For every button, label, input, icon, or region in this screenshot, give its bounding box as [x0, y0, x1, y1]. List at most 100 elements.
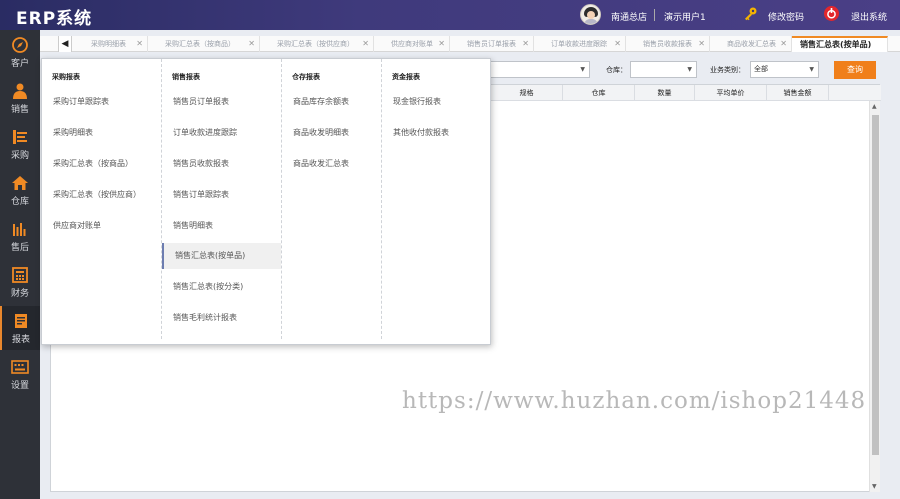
menu-item[interactable]: 销售明细表	[162, 213, 281, 239]
sidebar-item-aftersale[interactable]: 售后	[0, 214, 40, 258]
biz-type-label: 业务类别：	[710, 66, 745, 74]
menu-item[interactable]: 其他收付款报表	[382, 120, 487, 146]
tab-scroll-left-icon[interactable]: ◀	[58, 36, 72, 52]
menu-item[interactable]: 销售汇总表(按分类)	[162, 274, 281, 300]
user-avatar[interactable]	[580, 4, 601, 25]
menu-item[interactable]: 销售订单跟踪表	[162, 182, 281, 208]
tab-label: 采购汇总表（按供应商）	[277, 40, 354, 48]
tab-supplier-statement[interactable]: 供应商对账单 ✕	[374, 36, 450, 52]
menu-item[interactable]: 现金银行报表	[382, 89, 487, 115]
tab-salesperson-collection[interactable]: 销售员收款报表 ✕	[626, 36, 710, 52]
report-icon	[15, 314, 27, 328]
menu-item[interactable]: 供应商对账单	[42, 213, 161, 239]
menu-column-funds: 资金报表 现金银行报表 其他收付款报表	[382, 59, 492, 339]
tab-label: 采购汇总表（按商品）	[165, 40, 235, 48]
sidebar-item-label: 客户	[10, 59, 29, 69]
chevron-down-icon: ▼	[687, 66, 692, 73]
tab-bar: ◀ 采购明细表 ✕ 采购汇总表（按商品） ✕ 采购汇总表（按供应商） ✕ 供应商对账单…	[40, 36, 900, 52]
menu-item[interactable]: 订单收款进度跟踪	[162, 120, 281, 146]
tab-label: 商品收发汇总表	[727, 40, 776, 48]
close-icon[interactable]: ✕	[362, 36, 369, 52]
menu-column-title: 仓存报表	[292, 73, 320, 81]
close-icon[interactable]: ✕	[780, 36, 787, 52]
sidebar-item-reports[interactable]: 报表	[0, 306, 40, 350]
vertical-scrollbar[interactable]: ▲ ▼	[869, 101, 880, 492]
close-icon[interactable]: ✕	[438, 36, 445, 52]
menu-column-title: 资金报表	[392, 73, 420, 81]
scroll-down-icon[interactable]: ▼	[872, 483, 877, 490]
column-header-sales-amount[interactable]: 销售金额	[767, 85, 829, 101]
sidebar-item-label: 销售	[10, 105, 29, 115]
chevron-down-icon: ▼	[809, 66, 814, 73]
tab-purchase-summary-supplier[interactable]: 采购汇总表（按供应商） ✕	[260, 36, 374, 52]
close-icon[interactable]: ✕	[698, 36, 705, 52]
menu-column-sales: 销售报表 销售员订单报表 订单收款进度跟踪 销售员收款报表 销售订单跟踪表 销售…	[162, 59, 282, 339]
tab-product-io-summary[interactable]: 商品收发汇总表 ✕	[710, 36, 792, 52]
filter-select[interactable]: ▼	[480, 61, 590, 78]
close-icon[interactable]: ✕	[136, 36, 143, 52]
menu-item[interactable]: 销售员订单报表	[162, 89, 281, 115]
app-title: ERP系统	[16, 9, 93, 29]
key-icon[interactable]	[742, 6, 758, 22]
sidebar-item-sales[interactable]: 销售	[0, 76, 40, 120]
close-icon[interactable]: ✕	[522, 36, 529, 52]
column-header-spec[interactable]: 规格	[491, 85, 563, 101]
warehouse-label: 仓库：	[606, 66, 627, 74]
menu-item[interactable]: 商品收发汇总表	[282, 151, 381, 177]
user-name[interactable]: 演示用户1	[664, 10, 706, 23]
biz-type-select[interactable]: 全部 ▼	[750, 61, 819, 78]
report-menu: 采购报表 采购订单跟踪表 采购明细表 采购汇总表（按商品） 采购汇总表（按供应商…	[41, 58, 491, 345]
menu-item[interactable]: 采购汇总表（按供应商）	[42, 182, 161, 208]
sidebar-item-label: 售后	[10, 243, 29, 253]
tab-label: 销售员收款报表	[643, 40, 692, 48]
menu-column-title: 销售报表	[172, 73, 200, 81]
sidebar-item-warehouse[interactable]: 仓库	[0, 168, 40, 212]
menu-item[interactable]: 商品库存余额表	[282, 89, 381, 115]
tab-order-payment-progress[interactable]: 订单收款进度跟踪 ✕	[534, 36, 626, 52]
tab-purchase-summary-product[interactable]: 采购汇总表（按商品） ✕	[148, 36, 260, 52]
tab-salesperson-orders[interactable]: 销售员订单报表 ✕	[450, 36, 534, 52]
biz-type-value: 全部	[754, 65, 768, 73]
top-header: ERP系统 南通总店 演示用户1 修改密码 退出系统	[0, 0, 900, 30]
list-chart-icon	[13, 130, 27, 144]
sidebar-item-finance[interactable]: 财务	[0, 260, 40, 304]
column-header-avg-price[interactable]: 平均单价	[695, 85, 767, 101]
chevron-down-icon: ▼	[580, 66, 585, 73]
tab-purchase-detail[interactable]: 采购明细表 ✕	[74, 36, 148, 52]
menu-item[interactable]: 销售员收款报表	[162, 151, 281, 177]
change-password-link[interactable]: 修改密码	[768, 10, 804, 23]
sidebar-item-settings[interactable]: 设置	[0, 352, 40, 396]
column-header-quantity[interactable]: 数量	[635, 85, 695, 101]
sidebar-item-label: 仓库	[10, 197, 29, 207]
people-icon	[13, 223, 26, 236]
menu-column-inventory: 仓存报表 商品库存余额表 商品收发明细表 商品收发汇总表	[282, 59, 382, 339]
scroll-up-icon[interactable]: ▲	[872, 103, 877, 110]
tab-label: 采购明细表	[91, 40, 126, 48]
warehouse-select[interactable]: ▼	[630, 61, 697, 78]
menu-column-title: 采购报表	[52, 73, 80, 81]
column-header-warehouse[interactable]: 仓库	[563, 85, 635, 101]
tab-label: 销售员订单报表	[467, 40, 516, 48]
menu-item[interactable]: 采购订单跟踪表	[42, 89, 161, 115]
logout-link[interactable]: 退出系统	[851, 10, 887, 23]
menu-item[interactable]: 采购汇总表（按商品）	[42, 151, 161, 177]
sidebar-item-label: 设置	[10, 381, 29, 391]
menu-item[interactable]: 销售毛利统计报表	[162, 305, 281, 331]
menu-item[interactable]: 采购明细表	[42, 120, 161, 146]
power-icon[interactable]	[823, 5, 840, 22]
tab-label: 供应商对账单	[391, 40, 433, 48]
tab-label: 销售汇总表(按单品)	[800, 40, 872, 49]
compass-icon	[12, 37, 28, 53]
sidebar-item-customer[interactable]: 客户	[0, 30, 40, 74]
calculator-icon	[12, 267, 28, 283]
tab-sales-summary-item[interactable]: 销售汇总表(按单品)	[792, 36, 888, 52]
close-icon[interactable]: ✕	[614, 36, 621, 52]
menu-item-selected[interactable]: 销售汇总表(按单品)	[162, 243, 281, 269]
menu-item[interactable]: 商品收发明细表	[282, 120, 381, 146]
scrollbar-thumb[interactable]	[872, 115, 879, 455]
query-button[interactable]: 查询	[834, 61, 876, 79]
store-name[interactable]: 南通总店	[611, 10, 647, 23]
sidebar-item-purchase[interactable]: 采购	[0, 122, 40, 166]
close-icon[interactable]: ✕	[248, 36, 255, 52]
keyboard-icon	[11, 360, 29, 374]
